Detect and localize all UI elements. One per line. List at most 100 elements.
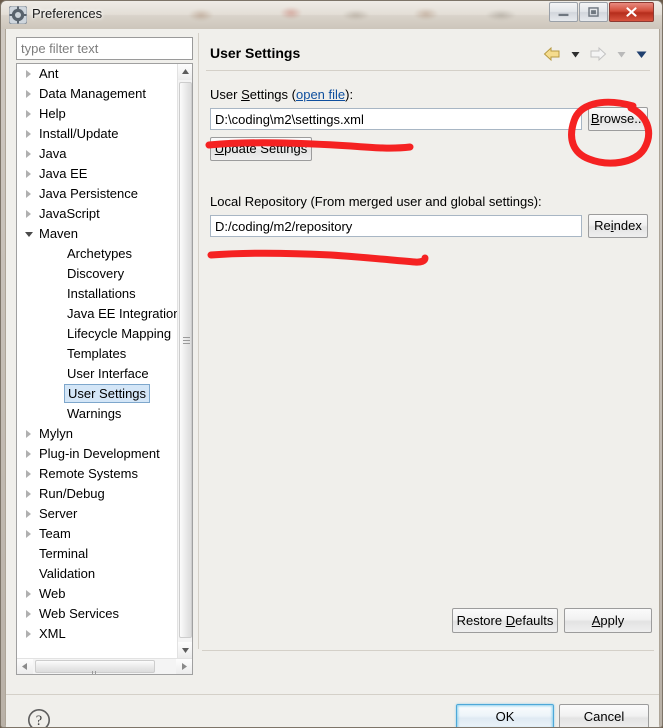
sidebar-item-java[interactable]: Java: [17, 144, 179, 164]
chevron-right-icon[interactable]: [26, 130, 31, 138]
filter-input[interactable]: [16, 37, 193, 60]
sidebar-item-label: Archetypes: [67, 246, 133, 261]
sidebar-item-archetypes[interactable]: Archetypes: [17, 244, 179, 264]
preferences-window: Preferences AntData Ma: [0, 0, 663, 728]
chevron-right-icon[interactable]: [26, 630, 31, 638]
sidebar-item-label: Data Management: [39, 86, 146, 101]
sidebar-item-user-settings[interactable]: User Settings: [17, 384, 179, 404]
help-question-icon[interactable]: ?: [27, 708, 51, 728]
sidebar-item-warnings[interactable]: Warnings: [17, 404, 179, 424]
tree-vertical-scrollbar[interactable]: [177, 64, 192, 658]
forward-menu-chevron-down-icon: [617, 51, 626, 58]
tree-hscroll-thumb[interactable]: [35, 660, 155, 674]
user-settings-label-end: ):: [345, 87, 354, 102]
browse-label: rowse...: [599, 111, 646, 126]
sidebar-item-java-ee-integration[interactable]: Java EE Integration: [17, 304, 179, 324]
apply-button[interactable]: Apply: [564, 608, 652, 633]
scroll-left-icon[interactable]: [17, 659, 33, 674]
view-menu-chevron-down-icon[interactable]: [635, 46, 648, 62]
chevron-right-icon[interactable]: [26, 470, 31, 478]
sidebar-item-mylyn[interactable]: Mylyn: [17, 424, 179, 444]
sidebar-item-team[interactable]: Team: [17, 524, 179, 544]
sidebar-item-web-services[interactable]: Web Services: [17, 604, 179, 624]
sidebar-item-ant[interactable]: Ant: [17, 64, 179, 84]
maximize-icon: [588, 7, 599, 17]
user-settings-path-input[interactable]: [210, 108, 582, 130]
sidebar-item-maven[interactable]: Maven: [17, 224, 179, 244]
chevron-right-icon[interactable]: [26, 90, 31, 98]
chevron-right-icon[interactable]: [26, 150, 31, 158]
sidebar-item-user-interface[interactable]: User Interface: [17, 364, 179, 384]
sidebar-item-label: Install/Update: [39, 126, 119, 141]
chevron-right-icon[interactable]: [26, 70, 31, 78]
sidebar-item-installations[interactable]: Installations: [17, 284, 179, 304]
sidebar-item-label: Installations: [67, 286, 136, 301]
sidebar-item-help[interactable]: Help: [17, 104, 179, 124]
sidebar-item-web[interactable]: Web: [17, 584, 179, 604]
ok-button[interactable]: OK: [456, 704, 554, 727]
sidebar-item-label: Maven: [39, 226, 79, 241]
update-settings-button[interactable]: Update Settings: [210, 137, 312, 161]
sidebar-item-label: Plug-in Development: [39, 446, 160, 461]
user-settings-label-pre: User: [210, 87, 242, 102]
sidebar-item-javascript[interactable]: JavaScript: [17, 204, 179, 224]
sidebar-item-label: Lifecycle Mapping: [67, 326, 172, 341]
minimize-button[interactable]: [549, 2, 578, 22]
user-settings-label-mnemonic: S: [241, 87, 250, 102]
chevron-down-icon[interactable]: [25, 232, 33, 237]
chevron-right-icon[interactable]: [26, 530, 31, 538]
scroll-up-icon[interactable]: [178, 64, 192, 80]
sidebar-item-label: Web Services: [39, 606, 119, 621]
tree-horizontal-scrollbar[interactable]: [17, 658, 192, 674]
chevron-right-icon[interactable]: [26, 510, 31, 518]
maximize-button[interactable]: [579, 2, 608, 22]
sidebar-item-run-debug[interactable]: Run/Debug: [17, 484, 179, 504]
sidebar-item-templates[interactable]: Templates: [17, 344, 179, 364]
scroll-right-icon[interactable]: [176, 659, 192, 674]
page-navigation-icons: [539, 45, 648, 63]
back-arrow-icon[interactable]: [543, 46, 561, 62]
sidebar-item-server[interactable]: Server: [17, 504, 179, 524]
chevron-right-icon[interactable]: [26, 610, 31, 618]
sidebar-item-label: Java Persistence: [39, 186, 138, 201]
sidebar-item-java-ee[interactable]: Java EE: [17, 164, 179, 184]
chevron-right-icon[interactable]: [26, 450, 31, 458]
sidebar-item-label: Help: [39, 106, 66, 121]
browse-button[interactable]: Browse...: [588, 107, 648, 131]
reindex-label-pre: Re: [594, 218, 611, 233]
restore-defaults-button[interactable]: Restore Defaults: [452, 608, 558, 633]
window-titlebar: Preferences: [1, 1, 662, 29]
open-file-link[interactable]: open file: [296, 87, 345, 102]
sidebar-item-remote-systems[interactable]: Remote Systems: [17, 464, 179, 484]
sidebar-item-install-update[interactable]: Install/Update: [17, 124, 179, 144]
sidebar-item-validation[interactable]: Validation: [17, 564, 179, 584]
chevron-right-icon[interactable]: [26, 190, 31, 198]
chevron-right-icon[interactable]: [26, 430, 31, 438]
sidebar-item-data-management[interactable]: Data Management: [17, 84, 179, 104]
chevron-right-icon[interactable]: [26, 490, 31, 498]
sidebar-item-terminal[interactable]: Terminal: [17, 544, 179, 564]
browse-mnemonic: B: [590, 111, 600, 126]
back-menu-chevron-down-icon[interactable]: [570, 46, 581, 62]
sidebar-item-java-persistence[interactable]: Java Persistence: [17, 184, 179, 204]
titlebar-background-blur: [181, 3, 551, 25]
chevron-right-icon[interactable]: [26, 590, 31, 598]
sidebar-item-xml[interactable]: XML: [17, 624, 179, 644]
preferences-tree[interactable]: Ant Data Management Help Install/Update Java…: [17, 64, 179, 658]
reindex-button[interactable]: Reindex: [588, 214, 648, 238]
svg-text:?: ?: [36, 713, 42, 728]
chevron-right-icon[interactable]: [26, 110, 31, 118]
sidebar-item-label: Discovery: [67, 266, 125, 281]
local-repository-path-input[interactable]: [210, 215, 582, 237]
chevron-right-icon[interactable]: [26, 170, 31, 178]
scroll-down-icon[interactable]: [178, 642, 192, 658]
sidebar-item-label: Java EE Integration: [67, 306, 179, 321]
chevron-right-icon[interactable]: [26, 210, 31, 218]
close-button[interactable]: [609, 2, 654, 22]
preferences-tree-panel: Ant Data Management Help Install/Update Java…: [16, 63, 193, 675]
sidebar-item-plug-in-development[interactable]: Plug-in Development: [17, 444, 179, 464]
cancel-button[interactable]: Cancel: [559, 704, 649, 727]
sidebar-item-discovery[interactable]: Discovery: [17, 264, 179, 284]
sidebar-item-lifecycle-mapping[interactable]: Lifecycle Mapping: [17, 324, 179, 344]
tree-scroll-thumb[interactable]: [179, 82, 192, 638]
